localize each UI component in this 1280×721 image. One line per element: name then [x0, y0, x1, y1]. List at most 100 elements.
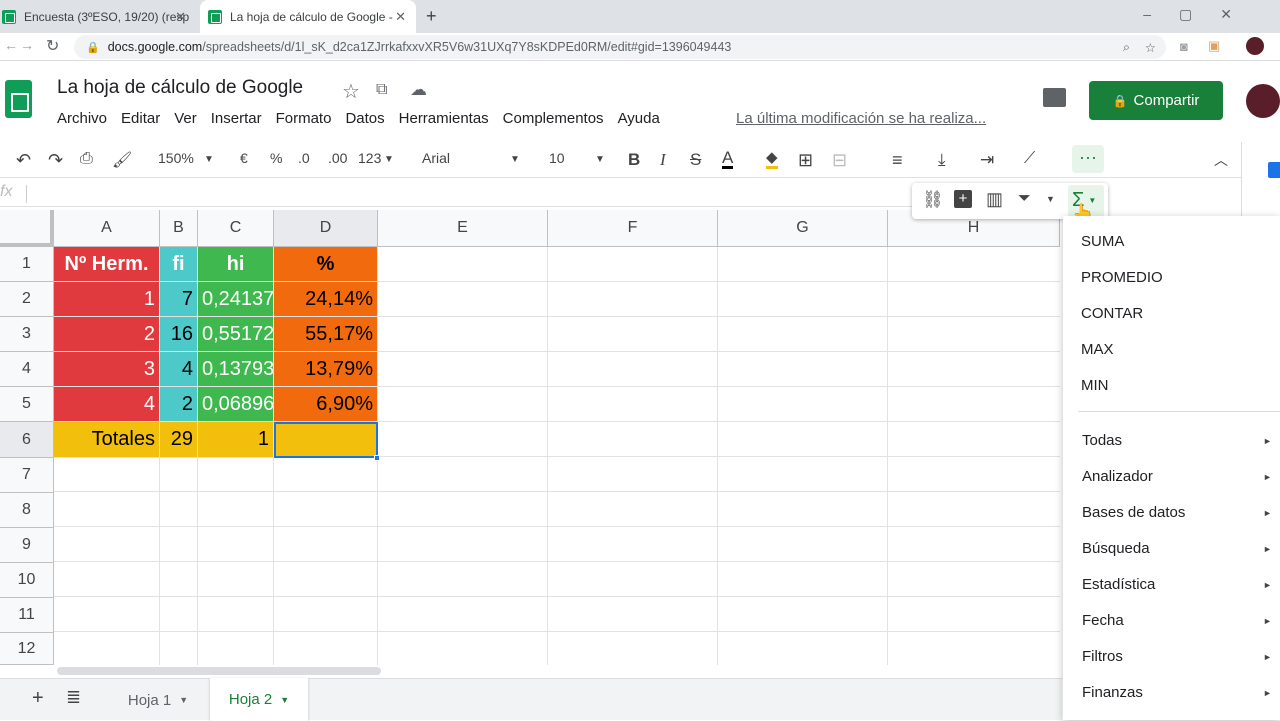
function-min[interactable]: MIN — [1081, 377, 1109, 394]
row-header[interactable]: 1 — [0, 247, 54, 282]
font-select[interactable]: Arial — [422, 150, 450, 166]
comments-icon[interactable] — [1043, 88, 1066, 107]
cell-a4[interactable]: 3 — [54, 352, 160, 387]
col-header-e[interactable]: E — [378, 210, 548, 247]
cell-c3[interactable]: 0,55172 — [198, 317, 274, 352]
category-finanzas[interactable]: Finanzas — [1082, 684, 1143, 701]
function-max[interactable]: MAX — [1081, 341, 1114, 358]
document-title[interactable]: La hoja de cálculo de Google — [57, 77, 303, 99]
col-header-a[interactable]: A — [54, 210, 160, 247]
chevron-down-icon[interactable]: ▼ — [179, 695, 188, 705]
calendar-icon[interactable] — [1268, 162, 1280, 178]
merge-cells-icon[interactable]: ⊟ — [832, 150, 847, 171]
borders-icon[interactable]: ⊞ — [798, 150, 813, 171]
new-tab-icon[interactable]: + — [426, 6, 437, 27]
row-header[interactable]: 5 — [0, 387, 54, 422]
sheets-logo-icon[interactable] — [5, 80, 32, 118]
cell-c2[interactable]: 0,24137 — [198, 282, 274, 317]
cell-b5[interactable]: 2 — [160, 387, 198, 422]
category-analizador[interactable]: Analizador — [1082, 468, 1153, 485]
category-estadistica[interactable]: Estadística — [1082, 576, 1155, 593]
row-header[interactable]: 11 — [0, 598, 54, 633]
currency-format-button[interactable]: € — [240, 150, 248, 166]
row-header[interactable]: 9 — [0, 528, 54, 563]
category-fecha[interactable]: Fecha — [1082, 612, 1124, 629]
menu-ayuda[interactable]: Ayuda — [618, 110, 660, 127]
fill-handle[interactable] — [374, 455, 380, 461]
col-header-d[interactable]: D — [274, 210, 378, 247]
increase-decimals-button[interactable]: .00 — [328, 150, 347, 166]
insert-chart-icon[interactable]: ▥ — [986, 189, 1003, 210]
row-header[interactable]: 2 — [0, 282, 54, 317]
category-bases-de-datos[interactable]: Bases de datos — [1082, 504, 1185, 521]
chevron-down-icon[interactable]: ▼ — [384, 154, 394, 165]
strikethrough-icon[interactable]: S — [690, 150, 701, 170]
menu-ver[interactable]: Ver — [174, 110, 197, 127]
redo-icon[interactable]: ↷ — [48, 150, 63, 171]
cell-b3[interactable]: 16 — [160, 317, 198, 352]
font-size-select[interactable]: 10 — [549, 150, 565, 166]
cell-c6[interactable]: 1 — [198, 422, 274, 458]
cell-b1[interactable]: fi — [160, 247, 198, 282]
col-header-c[interactable]: C — [198, 210, 274, 247]
col-header-g[interactable]: G — [718, 210, 888, 247]
move-folder-icon[interactable]: ⧉ — [376, 81, 387, 99]
category-todas[interactable]: Todas — [1082, 432, 1122, 449]
back-arrow-icon[interactable]: ← — [4, 37, 18, 53]
vertical-align-icon[interactable]: ⤓ — [938, 150, 946, 170]
text-wrap-icon[interactable]: ⇥ — [980, 150, 994, 170]
cell-b2[interactable]: 7 — [160, 282, 198, 317]
share-button[interactable]: 🔒 Compartir — [1089, 81, 1223, 120]
text-rotation-icon[interactable]: ⟋ — [1024, 150, 1035, 168]
reload-icon[interactable]: ↻ — [46, 36, 59, 56]
camera-icon[interactable]: ◙ — [1180, 39, 1188, 54]
cell-d6-selected[interactable] — [274, 422, 378, 458]
cell-c1[interactable]: hi — [198, 247, 274, 282]
sheet-tab-hoja2[interactable]: Hoja 2 ▼ — [210, 678, 308, 721]
function-promedio[interactable]: PROMEDIO — [1081, 269, 1163, 286]
italic-icon[interactable]: I — [660, 150, 666, 170]
insert-link-icon[interactable]: ⛓ — [922, 190, 944, 210]
cell-a1[interactable]: Nº Herm. — [54, 247, 160, 282]
close-tab-icon[interactable]: ✕ — [175, 9, 186, 25]
user-avatar[interactable] — [1246, 84, 1280, 118]
cell-a2[interactable]: 1 — [54, 282, 160, 317]
cell-b6[interactable]: 29 — [160, 422, 198, 458]
row-header[interactable]: 8 — [0, 493, 54, 528]
cell-d1[interactable]: % — [274, 247, 378, 282]
zoom-icon[interactable]: ⌕ — [1123, 40, 1130, 55]
paint-format-icon[interactable]: 🖌 — [112, 150, 132, 170]
zoom-select[interactable]: 150% — [158, 150, 194, 166]
decrease-decimals-button[interactable]: .0 — [298, 150, 310, 166]
insert-comment-icon[interactable]: + — [954, 190, 972, 208]
row-header[interactable]: 3 — [0, 317, 54, 352]
menu-complementos[interactable]: Complementos — [503, 110, 604, 127]
row-header[interactable]: 6 — [0, 422, 54, 458]
cell-b4[interactable]: 4 — [160, 352, 198, 387]
chevron-down-icon[interactable]: ▼ — [595, 154, 605, 165]
collapse-toolbar-icon[interactable]: ︿ — [1214, 150, 1228, 170]
cell-a3[interactable]: 2 — [54, 317, 160, 352]
fill-color-icon[interactable]: ◆ — [766, 150, 778, 169]
cell-d5[interactable]: 6,90% — [274, 387, 378, 422]
filter-icon[interactable]: ⏷ — [1018, 190, 1031, 208]
url-field[interactable]: 🔒 docs.google.com/spreadsheets/d/1l_sK_d… — [74, 35, 1166, 59]
cell-a6[interactable]: Totales — [54, 422, 160, 458]
col-header-b[interactable]: B — [160, 210, 198, 247]
browser-tab-spreadsheet[interactable]: La hoja de cálculo de Google - ✕ — [200, 0, 416, 33]
cell-d2[interactable]: 24,14% — [274, 282, 378, 317]
category-filtros[interactable]: Filtros — [1082, 648, 1123, 665]
window-controls[interactable]: –▢✕ — [1143, 6, 1260, 23]
menu-herramientas[interactable]: Herramientas — [399, 110, 489, 127]
profile-avatar[interactable] — [1246, 37, 1264, 55]
horizontal-scrollbar[interactable] — [57, 667, 381, 675]
last-modified-link[interactable]: La última modificación se ha realiza... — [736, 110, 986, 127]
cell-d3[interactable]: 55,17% — [274, 317, 378, 352]
function-contar[interactable]: CONTAR — [1081, 305, 1143, 322]
select-all-corner[interactable] — [0, 210, 54, 247]
browser-tab-survey[interactable]: Encuesta (3ºESO, 19/20) (resp ✕ — [0, 0, 196, 33]
close-tab-icon[interactable]: ✕ — [395, 9, 406, 25]
cell-d4[interactable]: 13,79% — [274, 352, 378, 387]
menu-datos[interactable]: Datos — [345, 110, 384, 127]
chevron-down-icon[interactable]: ▼ — [1046, 194, 1055, 204]
